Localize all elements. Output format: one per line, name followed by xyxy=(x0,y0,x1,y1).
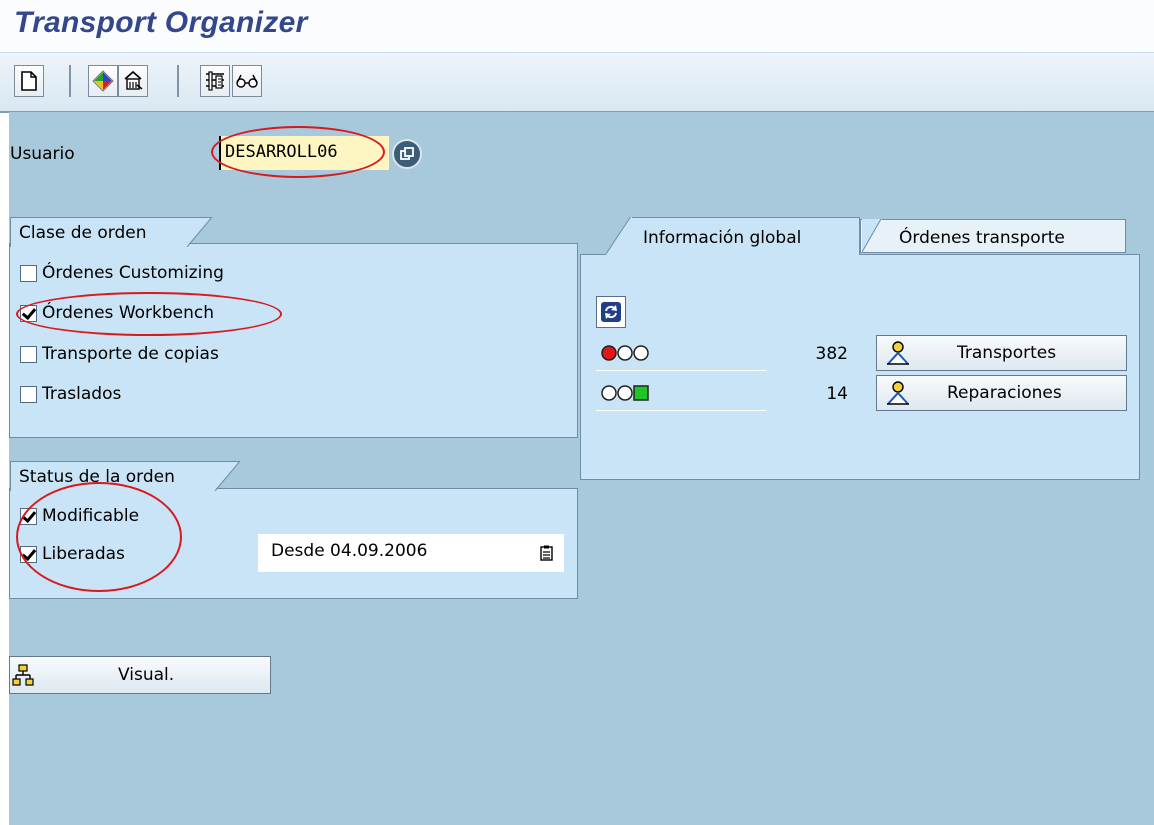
toolbar-separator xyxy=(69,65,71,97)
home-transport-icon[interactable] xyxy=(118,65,148,97)
page-title: Transport Organizer xyxy=(14,6,308,39)
count-transportes: 382 xyxy=(815,344,848,364)
tab-ordenes-transporte[interactable]: Órdenes transporte xyxy=(860,219,1126,253)
option-traslados[interactable]: Traslados xyxy=(20,380,121,408)
option-label: Traslados xyxy=(42,384,122,404)
possible-entries-icon[interactable] xyxy=(392,139,422,169)
tab-label: Órdenes transporte xyxy=(899,228,1065,248)
user-icon xyxy=(887,341,909,365)
glasses-icon[interactable] xyxy=(232,65,262,97)
tab-slant xyxy=(862,219,882,253)
row-divider xyxy=(596,370,766,371)
visual-button[interactable]: Visual. xyxy=(9,656,271,694)
option-label: Órdenes Customizing xyxy=(42,263,224,283)
button-label: Reparaciones xyxy=(947,383,1062,403)
highlight-oval-status xyxy=(16,482,182,592)
refresh-button[interactable] xyxy=(596,296,626,328)
new-document-icon[interactable] xyxy=(14,65,44,97)
highlight-oval-usuario xyxy=(211,126,385,178)
usuario-label: Usuario xyxy=(10,144,75,164)
hierarchy-icon xyxy=(12,664,34,686)
status-light-green-icon xyxy=(600,384,658,407)
display-object-icon[interactable] xyxy=(88,65,118,97)
filter-settings-icon[interactable] xyxy=(200,65,230,97)
option-ordenes-customizing[interactable]: Órdenes Customizing xyxy=(20,259,224,287)
row-divider xyxy=(596,410,766,411)
checkbox[interactable] xyxy=(20,264,37,282)
tab-informacion-global[interactable]: Información global xyxy=(630,217,860,255)
group-tab-slant xyxy=(186,217,213,247)
button-label: Visual. xyxy=(118,665,175,685)
count-reparaciones: 14 xyxy=(826,384,848,404)
reparaciones-button[interactable]: Reparaciones xyxy=(876,375,1127,411)
checkbox[interactable] xyxy=(20,385,37,403)
refresh-icon xyxy=(601,302,621,322)
tab-slant xyxy=(606,217,632,255)
clase-de-orden-title: Clase de orden xyxy=(10,217,187,247)
button-label: Transportes xyxy=(957,343,1057,363)
option-transporte-de-copias[interactable]: Transporte de copias xyxy=(20,340,219,368)
transportes-button[interactable]: Transportes xyxy=(876,335,1127,371)
tab-label: Información global xyxy=(643,228,802,248)
group-tab-slant xyxy=(214,461,241,491)
checkbox[interactable] xyxy=(20,345,37,363)
toolbar-separator xyxy=(177,65,179,97)
user-icon xyxy=(887,381,909,405)
highlight-oval-workbench xyxy=(16,292,282,336)
calendar-icon[interactable] xyxy=(540,545,554,566)
desde-date-value: Desde 04.09.2006 xyxy=(271,541,428,561)
application-toolbar xyxy=(0,52,1154,113)
status-light-red-icon xyxy=(600,344,658,367)
desde-date-field[interactable]: Desde 04.09.2006 xyxy=(258,534,564,572)
option-label: Transporte de copias xyxy=(42,344,219,364)
